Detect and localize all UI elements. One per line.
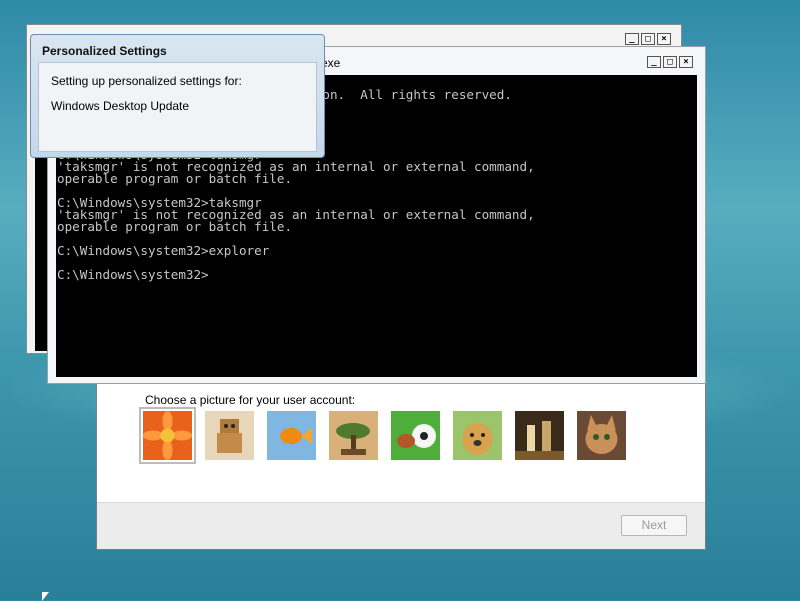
picture-chess[interactable] [515,411,564,460]
background-window-controls: _ □ × [625,33,671,45]
picture-robot[interactable] [205,411,254,460]
close-button[interactable]: × [657,33,671,45]
picture-bonsai[interactable] [329,411,378,460]
status-text: Setting up personalized settings for: [51,74,242,88]
personalized-settings-dialog: Personalized Settings Setting up persona… [30,34,325,158]
minimize-button[interactable]: _ [625,33,639,45]
picture-list [139,407,626,464]
picture-goldfish[interactable] [267,411,316,460]
maximize-button[interactable]: □ [663,56,677,68]
minimize-button[interactable]: _ [647,56,661,68]
maximize-button[interactable]: □ [641,33,655,45]
picture-prompt: Choose a picture for your user account: [145,393,356,407]
picture-puppy[interactable] [453,411,502,460]
close-button[interactable]: × [679,56,693,68]
wizard-footer: Next [97,502,705,549]
picture-soccer-ball[interactable] [391,411,440,460]
picture-flower[interactable] [139,407,196,464]
picture-kitten[interactable] [577,411,626,460]
cmd-window-controls: _ □ × [647,56,693,68]
next-button[interactable]: Next [621,515,687,536]
dialog-title: Personalized Settings [42,44,167,58]
component-name: Windows Desktop Update [51,99,190,113]
dialog-body: Setting up personalized settings for: Wi… [38,62,317,152]
